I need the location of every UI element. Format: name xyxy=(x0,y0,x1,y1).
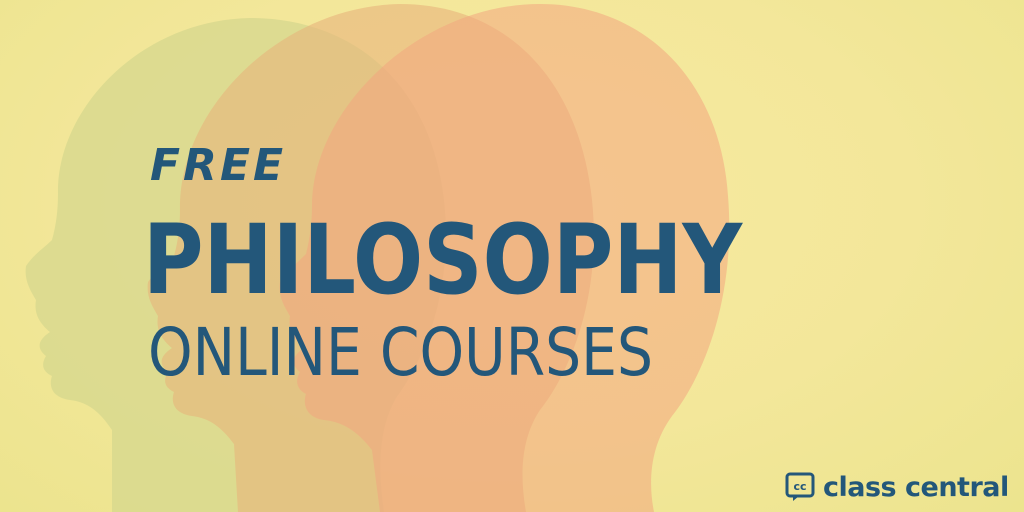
class-central-logo-icon-text: cc xyxy=(793,480,806,493)
class-central-logo: cc class central xyxy=(785,469,1009,505)
headline-free: FREE xyxy=(150,140,287,191)
headline: FREE PHILOSOPHY ONLINE COURSES xyxy=(0,0,1024,512)
headline-subject: PHILOSOPHY xyxy=(143,204,743,316)
headline-online-courses: ONLINE COURSES xyxy=(148,314,654,391)
class-central-wordmark: class central xyxy=(823,471,1009,503)
class-central-logo-icon: cc xyxy=(785,472,815,501)
promo-banner: FREE PHILOSOPHY ONLINE COURSES cc class … xyxy=(0,0,1024,512)
